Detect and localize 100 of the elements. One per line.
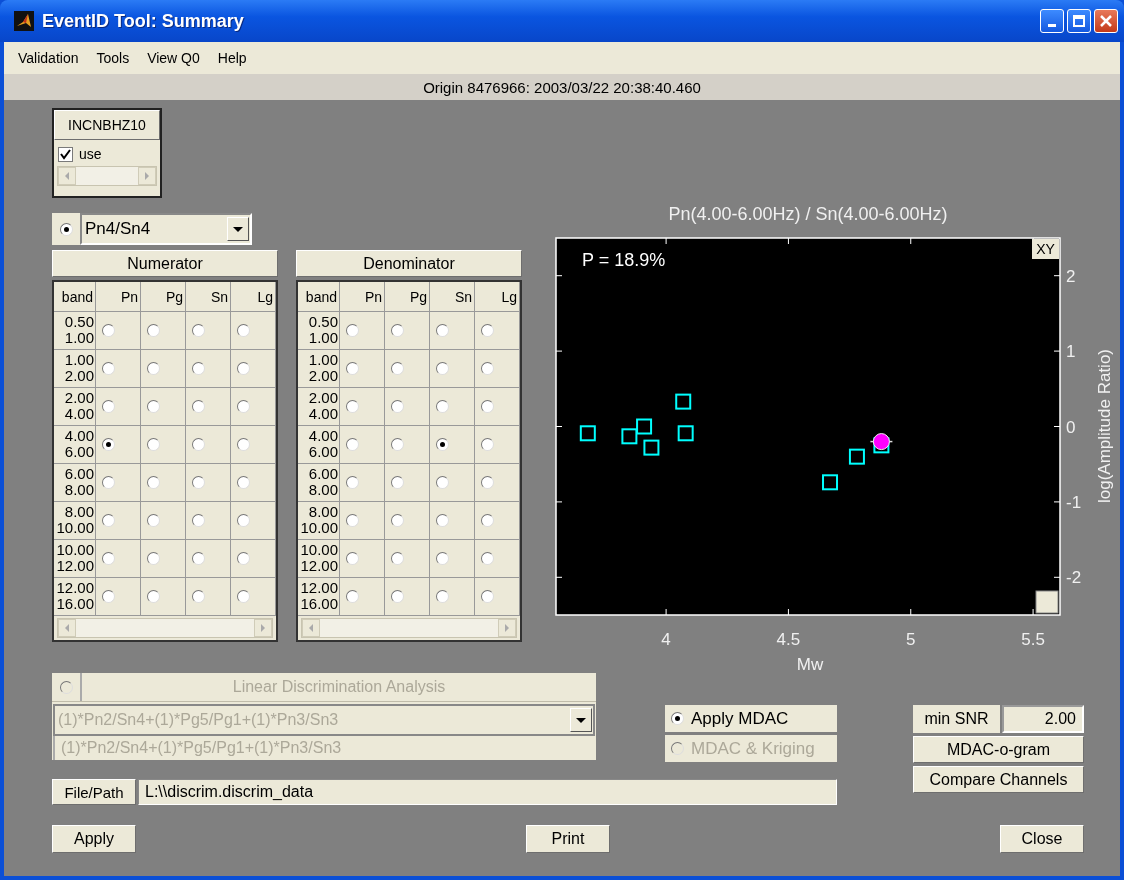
column-header: Lg [231, 282, 276, 312]
radio-button[interactable] [481, 400, 494, 413]
radio-button[interactable] [147, 590, 160, 603]
radio-button[interactable] [436, 514, 449, 527]
radio-button[interactable] [481, 324, 494, 337]
radio-button[interactable] [237, 438, 250, 451]
radio-button[interactable] [346, 362, 359, 375]
ratio-dropdown[interactable]: Pn4/Sn4 [80, 213, 252, 245]
menu-item[interactable]: Tools [96, 50, 130, 66]
radio-button[interactable] [391, 400, 404, 413]
dialog-button[interactable]: Close [1000, 825, 1084, 853]
menu-item[interactable]: View Q0 [147, 50, 200, 66]
radio-button[interactable] [346, 476, 359, 489]
dialog-button[interactable]: Apply [52, 825, 136, 853]
column-header: Pg [385, 282, 430, 312]
radio-button[interactable] [436, 400, 449, 413]
mdac-option[interactable]: Apply MDAC [665, 705, 837, 732]
radio-button[interactable] [192, 552, 205, 565]
radio-button[interactable] [237, 552, 250, 565]
scrollbar[interactable] [57, 618, 273, 638]
radio-button[interactable] [436, 438, 449, 451]
table-title[interactable]: Numerator [52, 250, 278, 277]
radio-button[interactable] [481, 514, 494, 527]
corner-button[interactable] [1035, 590, 1059, 614]
radio-button[interactable] [102, 438, 115, 451]
formula-text: (1)*Pn2/Sn4+(1)*Pg5/Pg1+(1)*Pn3/Sn3 [53, 736, 596, 760]
scrollbar[interactable] [301, 618, 517, 638]
checkbox[interactable] [58, 146, 73, 162]
table-title[interactable]: Denominator [296, 250, 522, 277]
radio-button[interactable] [102, 476, 115, 489]
radio-button[interactable] [102, 552, 115, 565]
radio-button[interactable] [436, 552, 449, 565]
radio-button[interactable] [391, 324, 404, 337]
radio-button[interactable] [481, 476, 494, 489]
radio-button[interactable] [346, 552, 359, 565]
radio-button[interactable] [192, 590, 205, 603]
band-cell: 0.50 1.00 [298, 312, 340, 350]
file-path-field[interactable]: L:\\discrim.discrim_data [138, 779, 837, 805]
xy-button[interactable]: XY [1032, 239, 1059, 259]
radio-button[interactable] [391, 590, 404, 603]
dialog-button[interactable]: Print [526, 825, 610, 853]
band-cell: 0.50 1.00 [54, 312, 96, 350]
radio-button[interactable] [237, 400, 250, 413]
scrollbar[interactable] [57, 166, 157, 186]
radio-button[interactable] [391, 438, 404, 451]
menu-item[interactable]: Validation [18, 50, 79, 66]
radio-button[interactable] [481, 590, 494, 603]
radio-button[interactable] [391, 552, 404, 565]
close-button[interactable] [1094, 9, 1118, 33]
menu-item[interactable]: Help [217, 50, 247, 66]
band-cell: 1.00 2.00 [298, 350, 340, 388]
radio-button[interactable] [147, 476, 160, 489]
radio-button[interactable] [237, 324, 250, 337]
radio-button[interactable] [237, 362, 250, 375]
radio-button[interactable] [391, 362, 404, 375]
file-path-button[interactable]: File/Path [52, 779, 136, 805]
radio-button[interactable] [237, 590, 250, 603]
radio-button[interactable] [59, 222, 73, 236]
radio-button[interactable] [671, 712, 684, 725]
radio-button[interactable] [102, 400, 115, 413]
radio-button[interactable] [391, 514, 404, 527]
radio-button[interactable] [147, 552, 160, 565]
radio-button[interactable] [147, 324, 160, 337]
radio-button[interactable] [102, 514, 115, 527]
radio-button[interactable] [481, 362, 494, 375]
radio-button[interactable] [436, 362, 449, 375]
radio-button[interactable] [346, 438, 359, 451]
radio-button[interactable] [147, 362, 160, 375]
snr-field[interactable]: 2.00 [1002, 705, 1084, 733]
radio-button[interactable] [436, 324, 449, 337]
action-button[interactable]: Compare Channels [913, 766, 1084, 793]
radio-button[interactable] [237, 476, 250, 489]
radio-button[interactable] [346, 324, 359, 337]
radio-button[interactable] [192, 514, 205, 527]
action-button[interactable]: MDAC-o-gram [913, 736, 1084, 763]
radio-button[interactable] [192, 476, 205, 489]
radio-button[interactable] [192, 438, 205, 451]
radio-button[interactable] [147, 400, 160, 413]
radio-button[interactable] [346, 514, 359, 527]
band-cell: 8.00 10.00 [54, 502, 96, 540]
radio-button[interactable] [192, 362, 205, 375]
radio-button[interactable] [102, 590, 115, 603]
radio-button[interactable] [237, 514, 250, 527]
radio-button[interactable] [346, 400, 359, 413]
station-button[interactable]: INCNBHZ10 [54, 110, 160, 140]
radio-button[interactable] [346, 590, 359, 603]
maximize-button[interactable] [1067, 9, 1091, 33]
minimize-button[interactable] [1040, 9, 1064, 33]
radio-button[interactable] [192, 324, 205, 337]
band-cell: 12.00 16.00 [298, 578, 340, 616]
radio-button[interactable] [102, 324, 115, 337]
radio-button[interactable] [481, 438, 494, 451]
radio-button[interactable] [391, 476, 404, 489]
radio-button[interactable] [102, 362, 115, 375]
radio-button[interactable] [192, 400, 205, 413]
radio-button[interactable] [147, 514, 160, 527]
radio-button[interactable] [436, 590, 449, 603]
radio-button[interactable] [481, 552, 494, 565]
radio-button[interactable] [147, 438, 160, 451]
radio-button[interactable] [436, 476, 449, 489]
